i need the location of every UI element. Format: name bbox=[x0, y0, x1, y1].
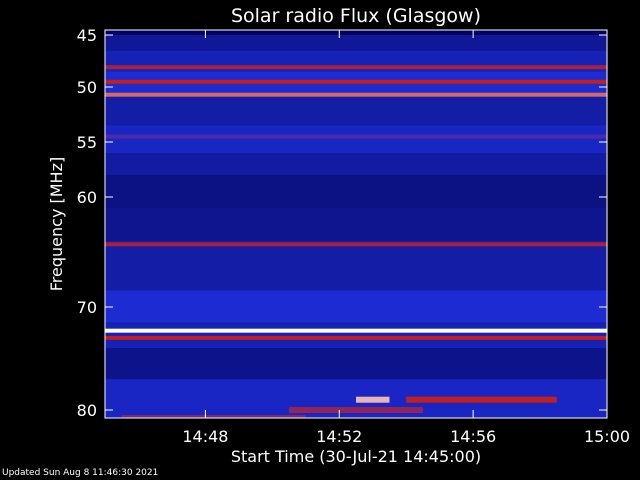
emission-line bbox=[105, 79, 607, 84]
x-axis-label: Start Time (30-Jul-21 14:45:00) bbox=[231, 447, 481, 466]
spectrogram-chart: 14:48 14:52 14:56 15:00 45 50 55 60 70 80 Solar … bbox=[47, 5, 630, 466]
spectrum-band bbox=[105, 290, 607, 323]
x-tick-label: 14:48 bbox=[182, 427, 228, 446]
burst-patch bbox=[356, 396, 390, 403]
x-tick-label: 14:56 bbox=[450, 427, 496, 446]
emission-line bbox=[105, 134, 607, 139]
spectrum-band bbox=[105, 125, 607, 153]
spectrum-band bbox=[105, 241, 607, 291]
emission-line bbox=[105, 335, 607, 340]
spectrogram-layer bbox=[105, 35, 607, 418]
y-tick-label: 50 bbox=[77, 78, 97, 97]
y-tick-label: 70 bbox=[77, 298, 97, 317]
emission-line bbox=[105, 65, 607, 70]
spectrum-band bbox=[105, 208, 607, 241]
spectrum-band bbox=[105, 153, 607, 175]
burst-patch bbox=[289, 407, 423, 413]
y-tick-label: 45 bbox=[77, 26, 97, 45]
y-tick-label: 60 bbox=[77, 188, 97, 207]
spectrum-band bbox=[105, 348, 607, 380]
x-tick-label: 14:52 bbox=[316, 427, 362, 446]
spectrum-band bbox=[105, 92, 607, 126]
emission-line bbox=[105, 92, 607, 97]
x-tick-label: 15:00 bbox=[584, 427, 630, 446]
y-tick-label: 80 bbox=[77, 401, 97, 420]
y-tick-label: 55 bbox=[77, 133, 97, 152]
spectrum-band bbox=[105, 35, 607, 51]
emission-line bbox=[105, 328, 607, 333]
chart-title: Solar radio Flux (Glasgow) bbox=[231, 5, 481, 27]
spectrum-band bbox=[105, 175, 607, 208]
emission-line bbox=[105, 242, 607, 247]
y-axis-label: Frequency [MHz] bbox=[47, 157, 66, 291]
burst-patch bbox=[406, 396, 557, 403]
updated-timestamp: Updated Sun Aug 8 11:46:30 2021 bbox=[2, 468, 159, 478]
spectrum-band bbox=[105, 322, 607, 349]
